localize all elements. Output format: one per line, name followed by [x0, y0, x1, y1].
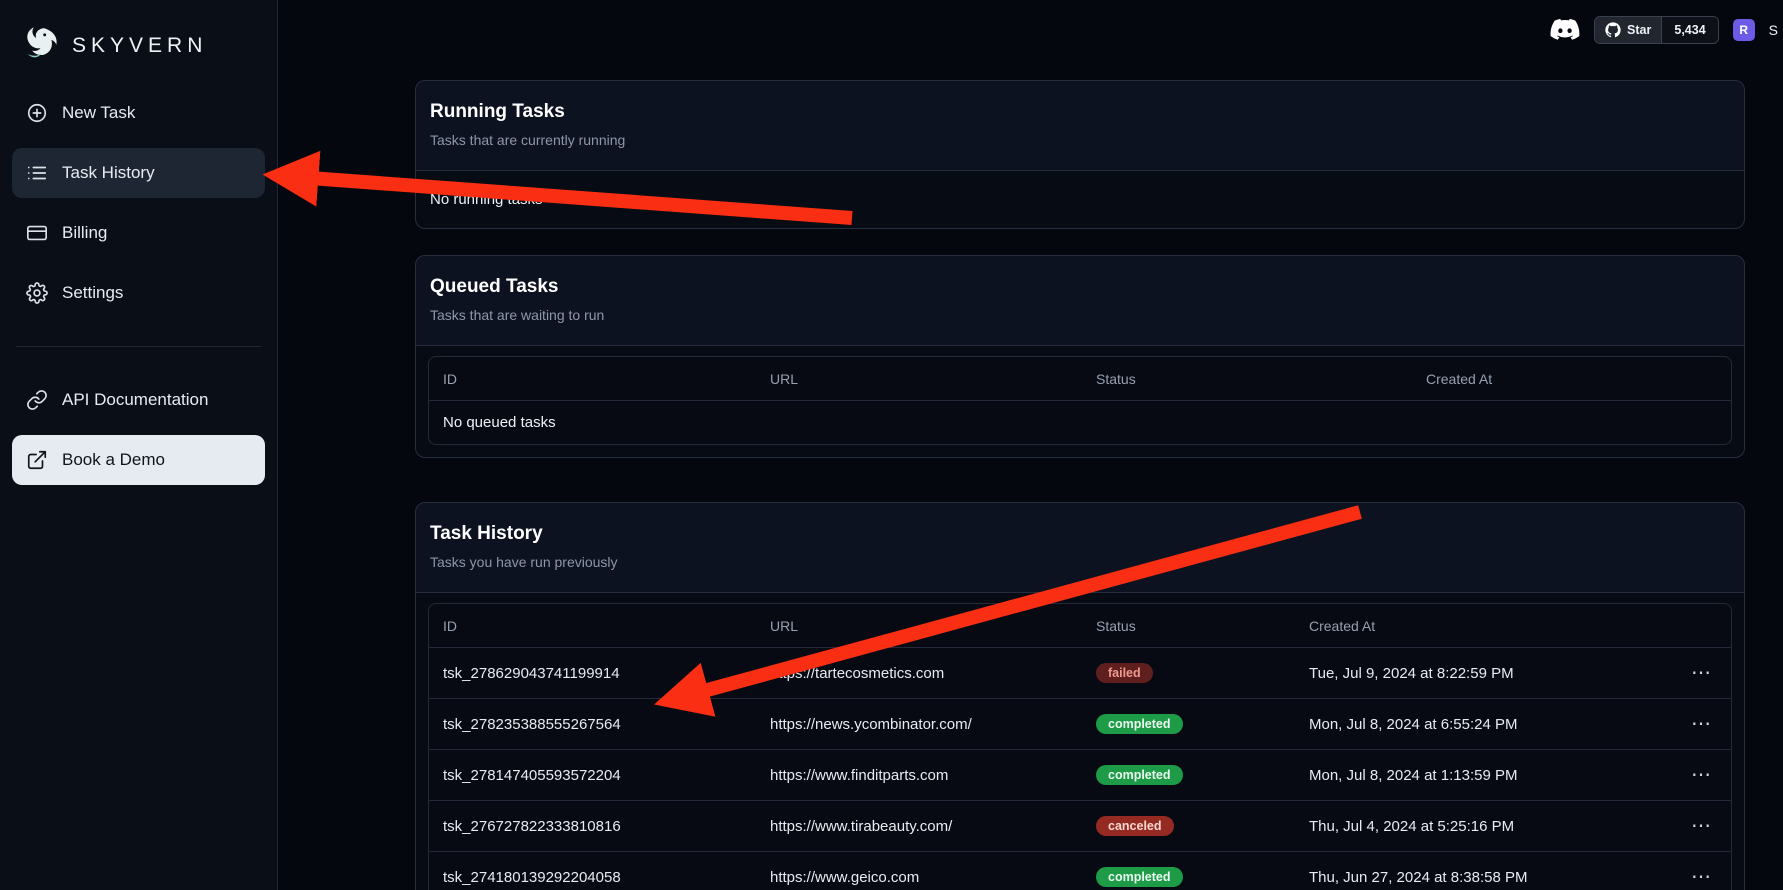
column-header-id: ID: [443, 371, 770, 387]
external-link-icon: [26, 449, 48, 471]
github-icon: [1605, 22, 1621, 38]
link-icon: [26, 389, 48, 411]
card-title: Running Tasks: [430, 101, 1730, 123]
task-url-cell: https://www.finditparts.com: [770, 767, 1096, 784]
task-row[interactable]: tsk_274180139292204058 https://www.geico…: [429, 851, 1731, 890]
task-url-cell: https://news.ycombinator.com/: [770, 716, 1096, 733]
sidebar-item-billing[interactable]: Billing: [12, 208, 265, 258]
card-subtitle: Tasks you have run previously: [430, 554, 1730, 570]
github-star-button[interactable]: Star 5,434: [1594, 16, 1719, 44]
status-badge: completed: [1096, 714, 1183, 734]
status-badge: failed: [1096, 663, 1153, 683]
column-header-created-at: Created At: [1309, 618, 1653, 634]
queued-tasks-card: Queued Tasks Tasks that are waiting to r…: [415, 255, 1745, 458]
dragon-logo-icon: [18, 24, 62, 68]
row-menu-button[interactable]: [1685, 717, 1717, 731]
task-id-cell: tsk_278235388555267564: [443, 716, 770, 733]
task-row[interactable]: tsk_278629043741199914 https://tartecosm…: [429, 647, 1731, 698]
sidebar-divider: [16, 346, 261, 347]
row-menu-button[interactable]: [1685, 768, 1717, 782]
user-name-partial: S: [1769, 22, 1778, 38]
task-row[interactable]: tsk_276727822333810816 https://www.tirab…: [429, 800, 1731, 851]
status-badge: canceled: [1096, 816, 1174, 836]
row-menu-button[interactable]: [1685, 819, 1717, 833]
status-badge: completed: [1096, 765, 1183, 785]
table-header-row: ID URL Status Created At: [429, 357, 1731, 400]
created-at-cell: Thu, Jun 27, 2024 at 8:38:58 PM: [1309, 869, 1653, 886]
sidebar-item-task-history[interactable]: Task History: [12, 148, 265, 198]
running-tasks-empty: No running tasks: [416, 171, 1744, 228]
plus-circle-icon: [26, 102, 48, 124]
github-star-label: Star: [1627, 23, 1651, 37]
task-url-cell: https://www.geico.com: [770, 869, 1096, 886]
column-header-created-at: Created At: [1426, 371, 1717, 387]
column-header-url: URL: [770, 371, 1096, 387]
list-icon: [26, 162, 48, 184]
sidebar-item-label: New Task: [62, 103, 135, 123]
created-at-cell: Thu, Jul 4, 2024 at 5:25:16 PM: [1309, 818, 1653, 835]
running-tasks-header: Running Tasks Tasks that are currently r…: [416, 81, 1744, 171]
task-url-cell: https://www.tirabeauty.com/: [770, 818, 1096, 835]
card-subtitle: Tasks that are waiting to run: [430, 307, 1730, 323]
created-at-cell: Mon, Jul 8, 2024 at 1:13:59 PM: [1309, 767, 1653, 784]
task-history-table: ID URL Status Created At tsk_27862904374…: [428, 603, 1732, 890]
queued-tasks-header: Queued Tasks Tasks that are waiting to r…: [416, 256, 1744, 346]
gear-icon: [26, 282, 48, 304]
sidebar-item-label: Task History: [62, 163, 155, 183]
task-id-cell: tsk_278629043741199914: [443, 665, 770, 682]
table-header-row: ID URL Status Created At: [429, 604, 1731, 647]
sidebar-item-label: Book a Demo: [62, 450, 165, 470]
queued-tasks-table: ID URL Status Created At No queued tasks: [428, 356, 1732, 445]
github-star-count: 5,434: [1661, 17, 1717, 43]
created-at-cell: Mon, Jul 8, 2024 at 6:55:24 PM: [1309, 716, 1653, 733]
avatar[interactable]: R: [1733, 19, 1755, 41]
task-id-cell: tsk_276727822333810816: [443, 818, 770, 835]
discord-icon[interactable]: [1550, 18, 1580, 42]
card-title: Task History: [430, 523, 1730, 545]
task-history-card: Task History Tasks you have run previous…: [415, 502, 1745, 890]
credit-card-icon: [26, 222, 48, 244]
main-content: Running Tasks Tasks that are currently r…: [278, 0, 1783, 890]
status-badge: completed: [1096, 867, 1183, 887]
task-row[interactable]: tsk_278235388555267564 https://news.ycom…: [429, 698, 1731, 749]
topbar: Star 5,434 R S: [1550, 16, 1778, 44]
sidebar: SKYVERN New Task Task History Billing S: [0, 0, 278, 890]
queued-tasks-empty: No queued tasks: [429, 400, 1731, 444]
task-id-cell: tsk_274180139292204058: [443, 869, 770, 886]
task-id-cell: tsk_278147405593572204: [443, 767, 770, 784]
sidebar-item-label: Billing: [62, 223, 107, 243]
column-header-status: Status: [1096, 618, 1309, 634]
brand-name: SKYVERN: [72, 34, 207, 58]
created-at-cell: Tue, Jul 9, 2024 at 8:22:59 PM: [1309, 665, 1653, 682]
column-header-url: URL: [770, 618, 1096, 634]
sidebar-item-label: API Documentation: [62, 390, 208, 410]
card-subtitle: Tasks that are currently running: [430, 132, 1730, 148]
task-history-header: Task History Tasks you have run previous…: [416, 503, 1744, 593]
task-row[interactable]: tsk_278147405593572204 https://www.findi…: [429, 749, 1731, 800]
skyvern-logo[interactable]: SKYVERN: [12, 20, 265, 72]
row-menu-button[interactable]: [1685, 870, 1717, 884]
sidebar-item-new-task[interactable]: New Task: [12, 88, 265, 138]
row-menu-button[interactable]: [1685, 666, 1717, 680]
task-url-cell: https://tartecosmetics.com: [770, 665, 1096, 682]
column-header-id: ID: [443, 618, 770, 634]
column-header-status: Status: [1096, 371, 1426, 387]
running-tasks-card: Running Tasks Tasks that are currently r…: [415, 80, 1745, 229]
sidebar-item-settings[interactable]: Settings: [12, 268, 265, 318]
sidebar-item-label: Settings: [62, 283, 123, 303]
sidebar-item-api-documentation[interactable]: API Documentation: [12, 375, 265, 425]
card-title: Queued Tasks: [430, 276, 1730, 298]
sidebar-item-book-a-demo[interactable]: Book a Demo: [12, 435, 265, 485]
